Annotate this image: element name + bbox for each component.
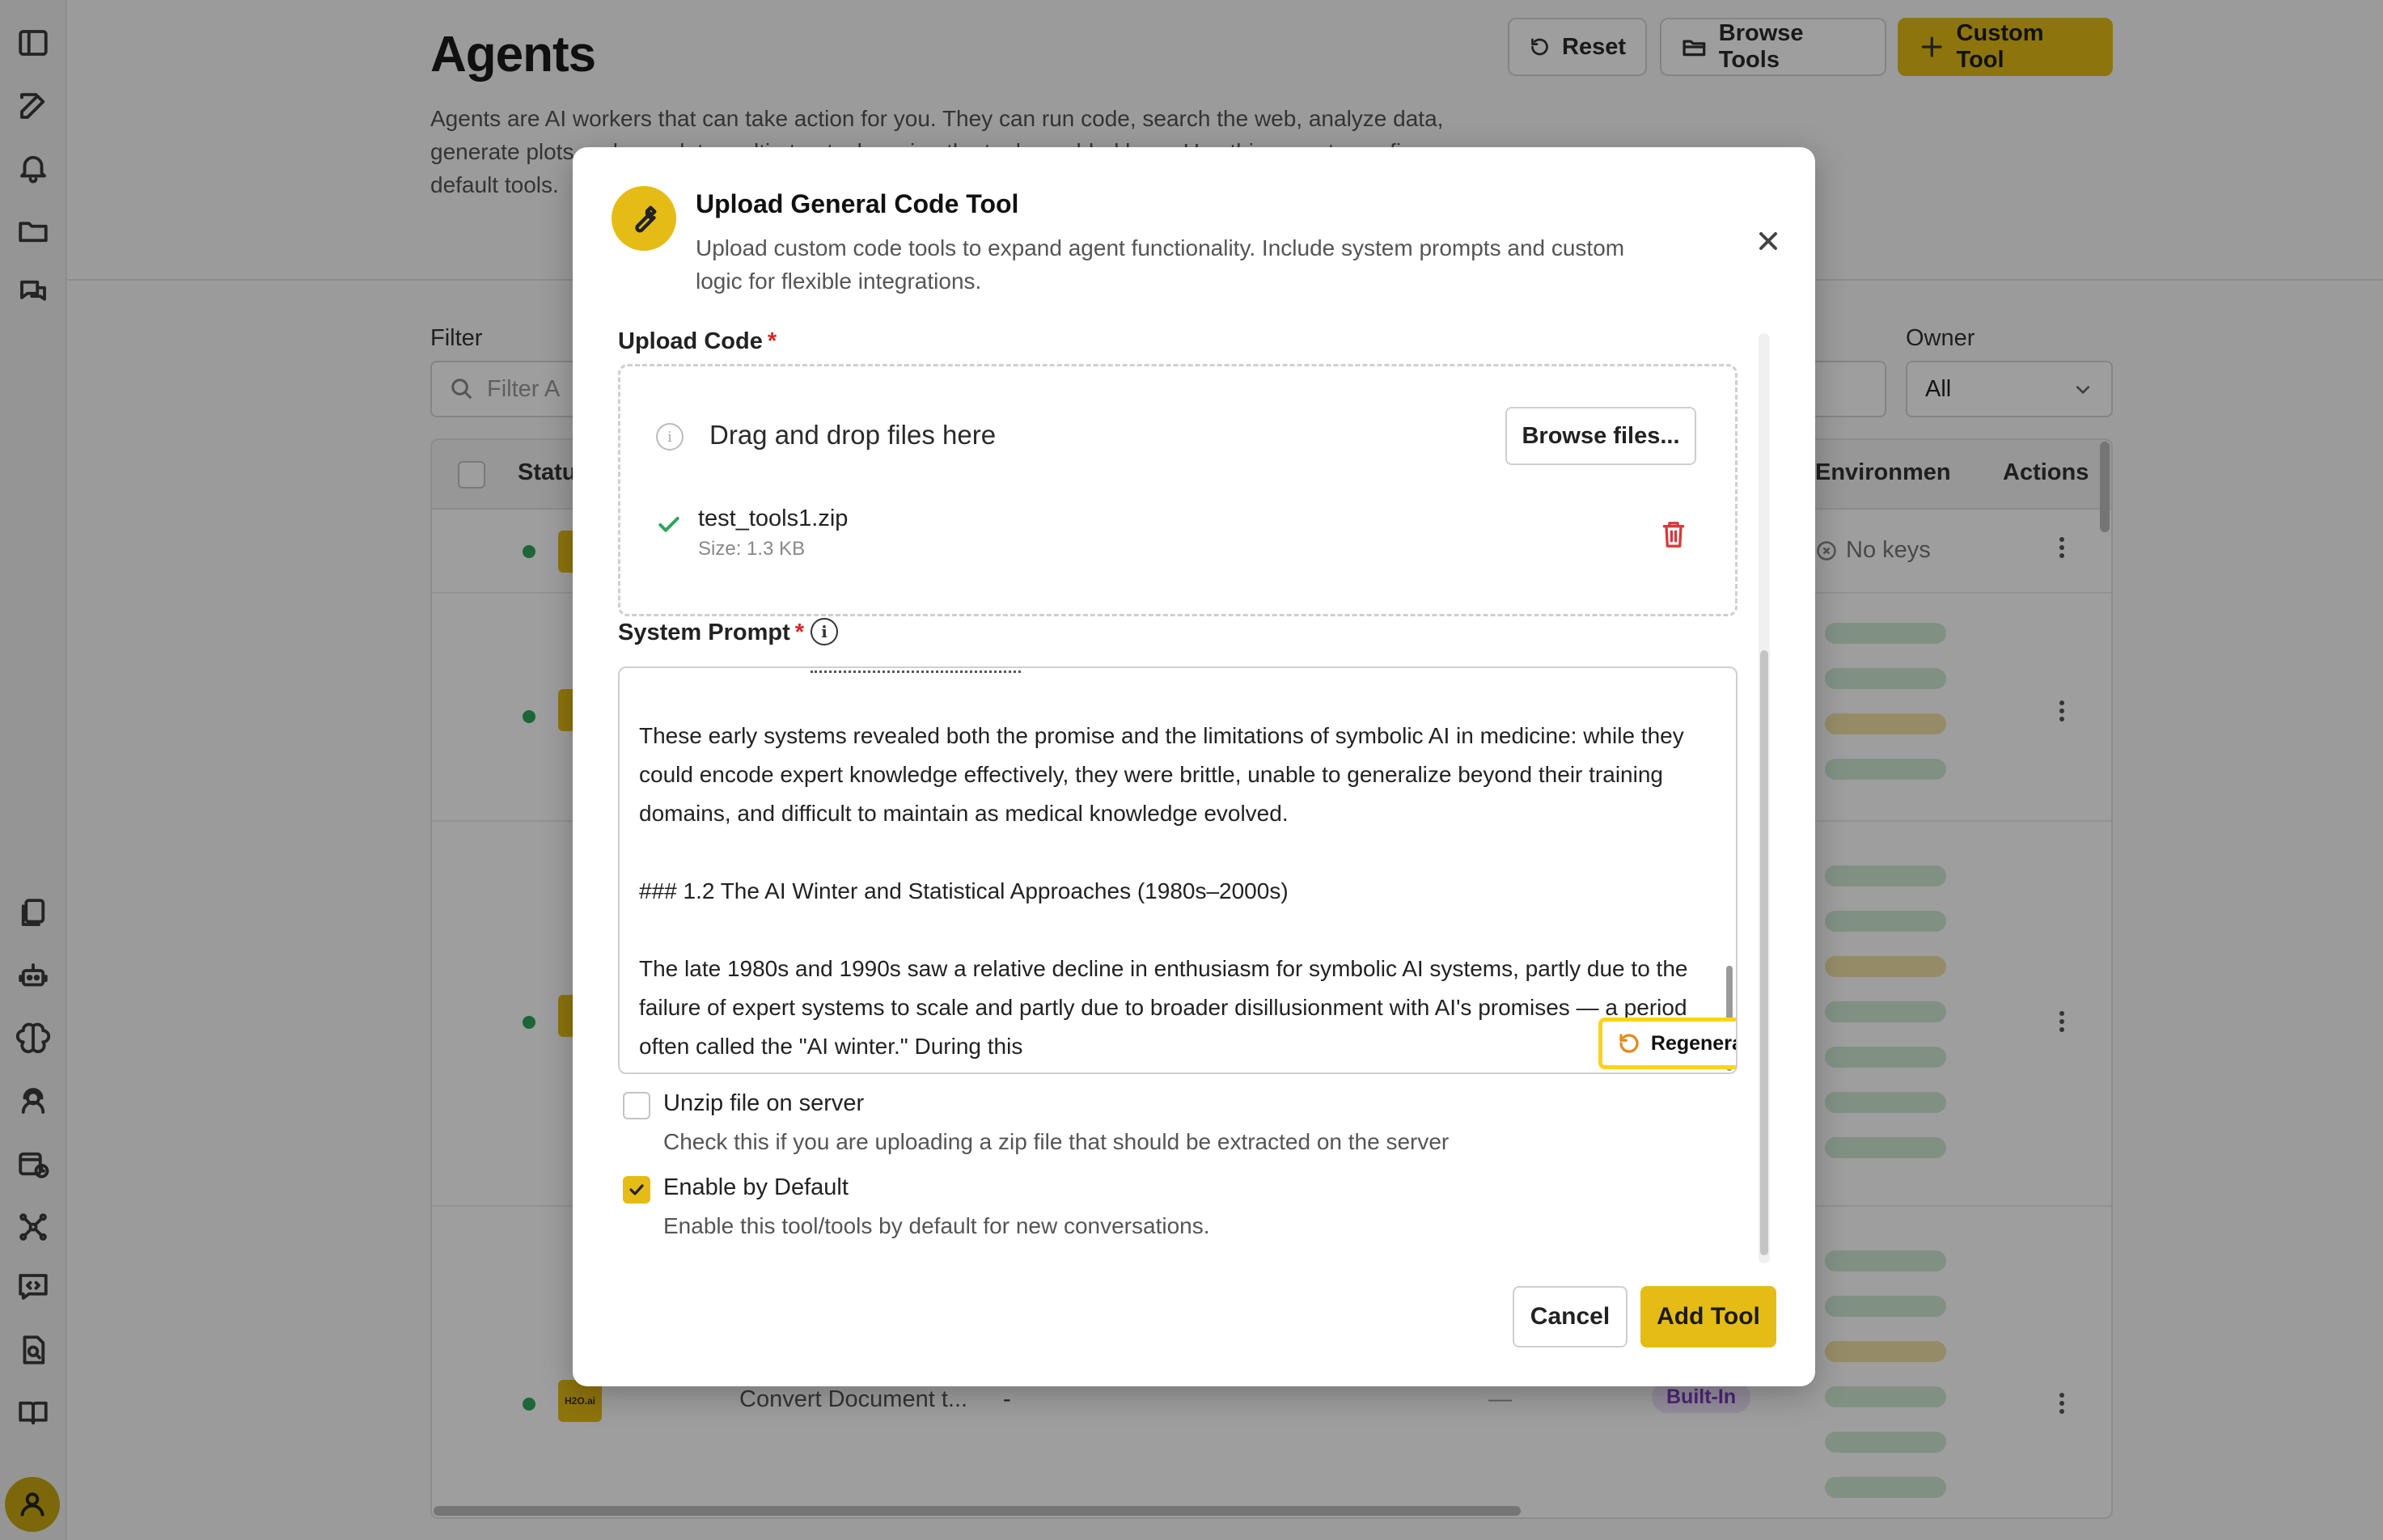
info-icon: i [656, 423, 684, 451]
enable-default-option-description: Enable this tool/tools by default for ne… [663, 1213, 1210, 1238]
system-prompt-label-text: System Prompt [618, 620, 790, 645]
upload-code-label-text: Upload Code [618, 328, 763, 354]
cancel-button[interactable]: Cancel [1513, 1286, 1627, 1348]
trash-icon[interactable] [1661, 520, 1687, 549]
browse-files-button[interactable]: Browse files... [1505, 407, 1696, 465]
upload-code-label: Upload Code * [618, 328, 777, 355]
checkmark-icon [629, 1184, 644, 1195]
dialog-title: Upload General Code Tool [696, 189, 1019, 218]
dialog-scrollbar[interactable] [1760, 650, 1768, 1255]
required-mark: * [767, 328, 777, 354]
uploaded-file-name: test_tools1.zip [698, 506, 849, 531]
required-mark: * [794, 620, 805, 645]
unzip-option-title[interactable]: Unzip file on server [663, 1090, 864, 1117]
upload-tool-dialog: Upload General Code Tool Upload custom c… [573, 147, 1815, 1386]
dialog-subtitle: Upload custom code tools to expand agent… [696, 235, 1625, 294]
regenerate-label: Regenerate [1650, 1031, 1736, 1055]
refresh-icon [1619, 1034, 1639, 1053]
system-prompt-text[interactable]: These early systems revealed both the pr… [639, 717, 1707, 1066]
system-prompt-label: System Prompt * [618, 620, 804, 646]
enable-default-checkbox[interactable] [623, 1176, 650, 1204]
close-icon[interactable] [1754, 226, 1783, 256]
check-icon [656, 512, 682, 538]
enable-default-option-title[interactable]: Enable by Default [663, 1174, 849, 1201]
wrench-icon [612, 186, 676, 251]
uploaded-file-size: Size: 1.3 KB [698, 538, 806, 560]
system-prompt-textarea[interactable]: These early systems revealed both the pr… [618, 666, 1738, 1074]
unzip-checkbox[interactable] [623, 1092, 650, 1119]
unzip-option-description: Check this if you are uploading a zip fi… [663, 1129, 1450, 1154]
info-icon[interactable]: i [811, 618, 838, 645]
clipped-text-line [811, 668, 1021, 673]
regenerate-button[interactable]: Regenerate [1598, 1018, 1736, 1069]
add-tool-button[interactable]: Add Tool [1640, 1286, 1776, 1348]
dropzone-text: Drag and drop files here [709, 420, 997, 450]
file-dropzone[interactable]: i Drag and drop files here Browse files.… [618, 364, 1738, 616]
